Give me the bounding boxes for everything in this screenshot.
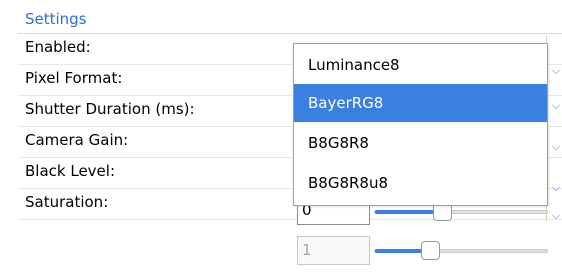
label-enabled: Enabled:: [25, 38, 91, 56]
dropdown-option-b8g8r8[interactable]: B8G8R8: [294, 124, 547, 162]
chevron-down-icon[interactable]: ⌵: [552, 210, 560, 221]
settings-panel: Settings Enabled: Pixel Format: Shutter …: [0, 0, 562, 273]
pixel-format-dropdown-list[interactable]: Luminance8 BayerRG8 B8G8R8 B8G8R8u8: [293, 43, 548, 206]
black-level-slider[interactable]: [374, 202, 548, 221]
dropdown-option-b8g8r8u8[interactable]: B8G8R8u8: [294, 164, 547, 202]
saturation-input: 1: [297, 236, 370, 265]
settings-header: Settings: [18, 6, 562, 34]
label-black-level: Black Level:: [25, 162, 115, 180]
chevron-down-icon[interactable]: ⌵: [552, 65, 560, 76]
dropdown-option-bayerrg8[interactable]: BayerRG8: [294, 84, 547, 122]
chevron-down-icon[interactable]: ⌵: [552, 141, 560, 152]
settings-title: Settings: [25, 10, 87, 28]
chevron-down-icon[interactable]: ⌵: [552, 100, 560, 111]
chevron-down-icon[interactable]: ⌵: [552, 182, 560, 193]
saturation-slider-thumb[interactable]: [421, 241, 440, 260]
label-pixel-format: Pixel Format:: [25, 69, 123, 87]
label-shutter-duration: Shutter Duration (ms):: [25, 100, 195, 118]
label-camera-gain: Camera Gain:: [25, 131, 129, 149]
saturation-slider[interactable]: [374, 241, 548, 260]
label-saturation: Saturation:: [25, 193, 109, 211]
dropdown-option-luminance8[interactable]: Luminance8: [294, 46, 547, 84]
